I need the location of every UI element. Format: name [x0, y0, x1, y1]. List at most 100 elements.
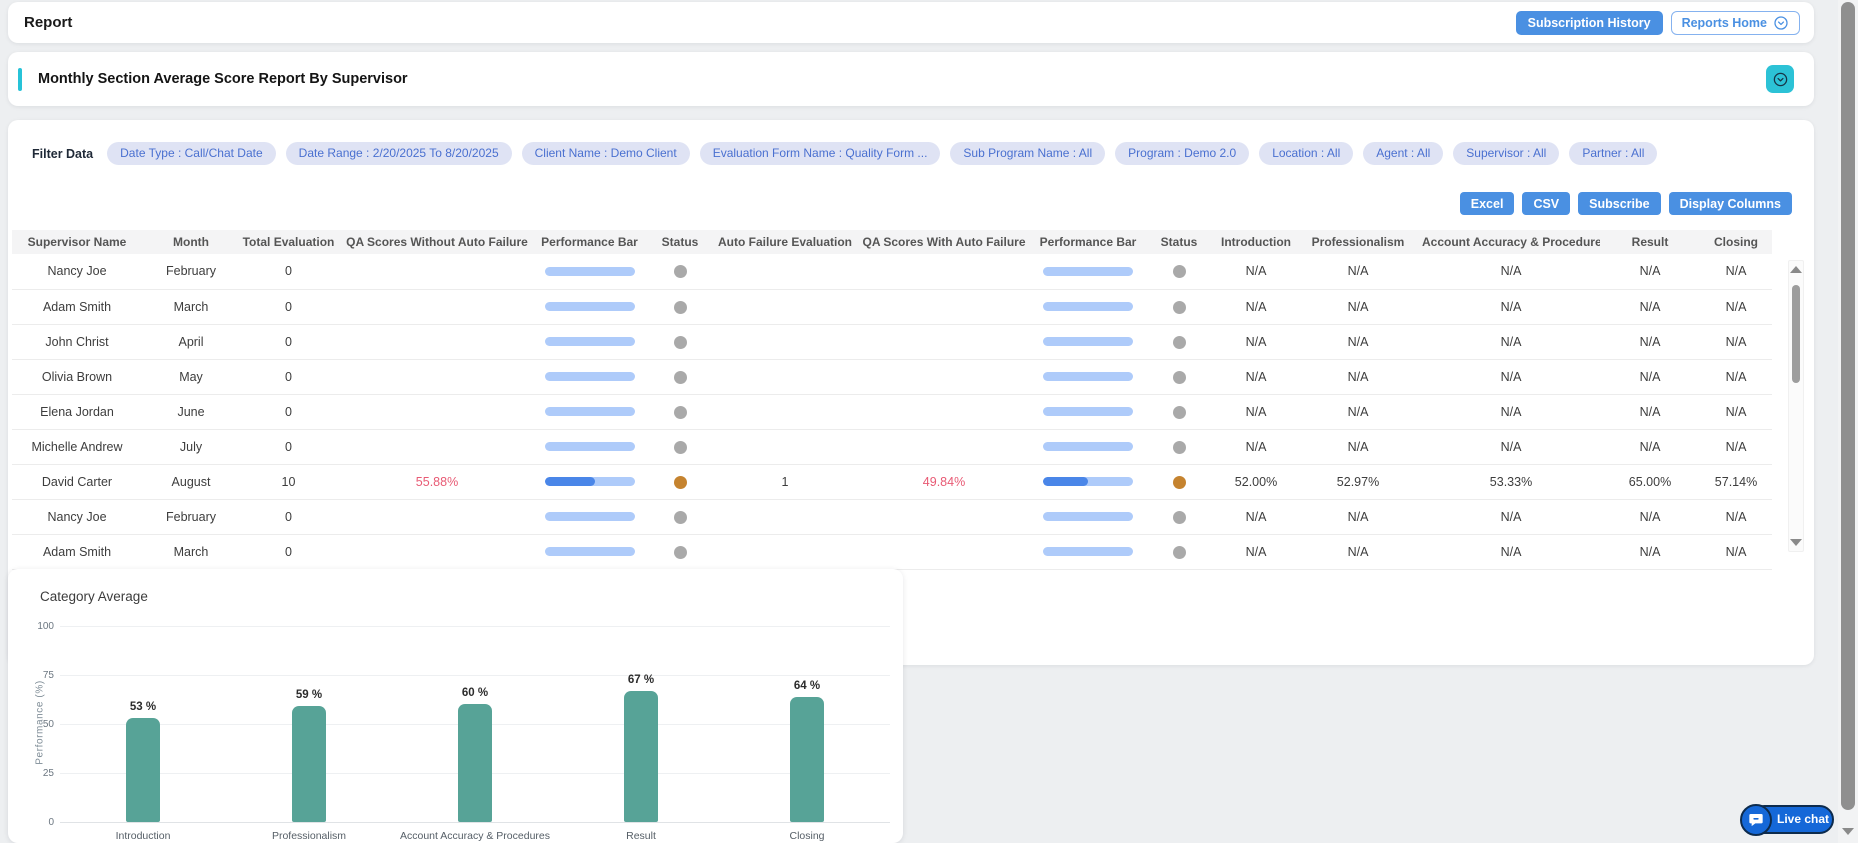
- gridline: [60, 626, 890, 627]
- performance-bar-cell: [537, 324, 642, 359]
- performance-bar-cell: [537, 254, 642, 289]
- column-header: Closing: [1700, 230, 1772, 254]
- closing-cell: N/A: [1700, 254, 1772, 289]
- performance-bar-cell: [1036, 359, 1140, 394]
- page-scroll-down-icon[interactable]: [1842, 828, 1854, 835]
- auto-failure-cell: [718, 254, 852, 289]
- status-cell: [1140, 394, 1218, 429]
- total-cell: 10: [240, 464, 337, 499]
- chart-bar-introduction: [126, 718, 160, 822]
- page-title: Report: [24, 2, 72, 43]
- qa-without-cell: [337, 394, 537, 429]
- performance-bar-cell: [537, 289, 642, 324]
- column-header: QA Scores Without Auto Failure: [337, 230, 537, 254]
- chart-bar-closing: [790, 697, 824, 822]
- subscribe-button[interactable]: Subscribe: [1578, 192, 1660, 215]
- professionalism-cell: N/A: [1294, 499, 1422, 534]
- y-tick-label: 50: [14, 719, 54, 730]
- status-dot-gray: [1173, 406, 1186, 419]
- x-axis-label: Professionalism: [219, 830, 399, 842]
- performance-bar: [545, 372, 635, 381]
- performance-bar: [545, 407, 635, 416]
- filter-chips: Date Type : Call/Chat DateDate Range : 2…: [107, 142, 1657, 165]
- introduction-cell: N/A: [1218, 359, 1294, 394]
- supervisor-cell: John Christ: [12, 324, 142, 359]
- performance-bar-cell: [1036, 254, 1140, 289]
- table-scrollbar-thumb[interactable]: [1792, 285, 1800, 383]
- performance-bar: [545, 337, 635, 346]
- table-row: Nancy JoeFebruary0N/AN/AN/AN/AN/A: [12, 254, 1772, 289]
- chart-bar-value-label: 53 %: [113, 701, 173, 713]
- result-cell: N/A: [1600, 534, 1700, 569]
- qa-without-cell: [337, 254, 537, 289]
- x-axis-label: Result: [551, 830, 731, 842]
- status-dot-gray: [1173, 511, 1186, 524]
- chevron-down-circle-icon: [1772, 71, 1789, 88]
- status-cell: [1140, 289, 1218, 324]
- auto-failure-cell: [718, 394, 852, 429]
- subscription-history-button[interactable]: Subscription History: [1516, 11, 1663, 35]
- page-scrollbar-thumb[interactable]: [1841, 2, 1855, 810]
- result-cell: N/A: [1600, 394, 1700, 429]
- performance-bar: [1043, 442, 1133, 451]
- page-scrollbar[interactable]: [1838, 0, 1858, 843]
- status-dot-gray: [674, 301, 687, 314]
- total-cell: 0: [240, 254, 337, 289]
- supervisor-cell: Elena Jordan: [12, 394, 142, 429]
- filter-chip: Date Range : 2/20/2025 To 8/20/2025: [286, 142, 512, 165]
- chart-bar-value-label: 67 %: [611, 674, 671, 686]
- status-cell: [642, 394, 718, 429]
- reports-home-button[interactable]: Reports Home: [1671, 11, 1800, 35]
- column-header: QA Scores With Auto Failure: [852, 230, 1036, 254]
- status-cell: [1140, 499, 1218, 534]
- status-cell: [642, 289, 718, 324]
- performance-bar-cell: [1036, 464, 1140, 499]
- performance-bar-cell: [1036, 534, 1140, 569]
- qa-with-cell: [852, 324, 1036, 359]
- filter-chip: Evaluation Form Name : Quality Form ...: [700, 142, 941, 165]
- x-axis-label: Closing: [717, 830, 897, 842]
- column-header: Total Evaluation: [240, 230, 337, 254]
- chart-bar-account-accuracy-procedures: [458, 704, 492, 822]
- gridline: [60, 822, 890, 823]
- qa-without-cell: 55.88%: [337, 464, 537, 499]
- total-cell: 0: [240, 429, 337, 464]
- collapse-report-button[interactable]: [1766, 65, 1794, 93]
- closing-cell: N/A: [1700, 359, 1772, 394]
- performance-bar-cell: [537, 429, 642, 464]
- y-tick-label: 100: [14, 621, 54, 632]
- month-cell: August: [142, 464, 240, 499]
- qa-with-cell: [852, 359, 1036, 394]
- closing-cell: N/A: [1700, 429, 1772, 464]
- filter-data-label: Filter Data: [32, 147, 93, 161]
- performance-bar: [545, 512, 635, 521]
- display-columns-button[interactable]: Display Columns: [1669, 192, 1792, 215]
- scroll-down-icon[interactable]: [1790, 539, 1802, 546]
- table-row: Elena JordanJune0N/AN/AN/AN/AN/A: [12, 394, 1772, 429]
- live-chat-button[interactable]: Live chat: [1740, 804, 1834, 836]
- auto-failure-cell: [718, 359, 852, 394]
- chart-plot-area: 100755025053 %Introduction59 %Profession…: [60, 626, 890, 822]
- y-tick-label: 25: [14, 768, 54, 779]
- filter-chip: Agent : All: [1363, 142, 1443, 165]
- scroll-up-icon[interactable]: [1790, 266, 1802, 273]
- csv-button[interactable]: CSV: [1522, 192, 1570, 215]
- table-row: Michelle AndrewJuly0N/AN/AN/AN/AN/A: [12, 429, 1772, 464]
- auto-failure-cell: [718, 429, 852, 464]
- excel-button[interactable]: Excel: [1460, 192, 1515, 215]
- qa-without-cell: [337, 359, 537, 394]
- table-scrollbar[interactable]: [1788, 260, 1804, 552]
- performance-bar: [1043, 267, 1133, 276]
- total-cell: 0: [240, 394, 337, 429]
- filter-chip: Partner : All: [1569, 142, 1657, 165]
- result-cell: N/A: [1600, 324, 1700, 359]
- status-dot-gray: [674, 265, 687, 278]
- report-title: Monthly Section Average Score Report By …: [38, 52, 408, 106]
- status-cell: [642, 499, 718, 534]
- introduction-cell: N/A: [1218, 254, 1294, 289]
- total-cell: 0: [240, 534, 337, 569]
- column-header: Status: [1140, 230, 1218, 254]
- performance-bar-cell: [1036, 324, 1140, 359]
- performance-bar: [545, 442, 635, 451]
- title-accent-bar: [18, 68, 22, 91]
